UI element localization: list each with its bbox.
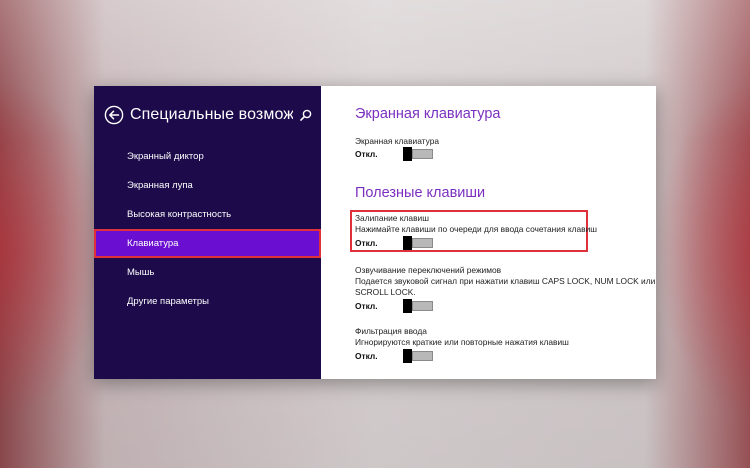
sidebar: Специальные возможн... Экранный диктор Э… [94,86,321,379]
section-title-useful-keys: Полезные клавиши [355,185,486,201]
setting-label-on-screen-keyboard: Экранная клавиатура [355,136,440,146]
setting-description-sticky-keys: Нажимайте клавиши по очереди для ввода с… [355,224,597,234]
toggle-row-on-screen-keyboard: Откл. [355,147,433,161]
sidebar-item-high-contrast[interactable]: Высокая контрастность [94,200,321,229]
setting-label-sticky-keys: Залипание клавиш [355,213,429,223]
sticky-keys-toggle[interactable] [403,236,433,250]
sidebar-item-narrator[interactable]: Экранный диктор [94,142,321,171]
setting-label-toggle-keys: Озвучивание переключений режимов [355,265,502,275]
setting-label-filter-keys: Фильтрация ввода [355,326,427,336]
toggle-row-filter-keys: Откл. [355,349,433,363]
search-icon[interactable] [299,108,313,122]
settings-window: Специальные возможн... Экранный диктор Э… [94,86,656,379]
sidebar-item-mouse[interactable]: Мышь [94,258,321,287]
sidebar-header: Специальные возможн... [104,104,314,126]
toggle-state-label: Откл. [355,351,378,361]
sidebar-item-other-options[interactable]: Другие параметры [94,287,321,316]
toggle-state-label: Откл. [355,238,378,248]
toggle-state-label: Откл. [355,149,378,159]
toggle-row-sticky-keys: Откл. [355,236,433,250]
sidebar-title: Специальные возможн... [130,106,293,123]
toggle-keys-toggle[interactable] [403,299,433,313]
setting-description-filter-keys: Игнорируются краткие или повторные нажат… [355,337,569,347]
sidebar-item-keyboard[interactable]: Клавиатура [94,229,321,258]
toggle-state-label: Откл. [355,301,378,311]
on-screen-keyboard-toggle[interactable] [403,147,433,161]
back-arrow-icon[interactable] [104,105,124,125]
filter-keys-toggle[interactable] [403,349,433,363]
sidebar-item-magnifier[interactable]: Экранная лупа [94,171,321,200]
content-pane: Экранная клавиатура Экранная клавиатура … [321,86,656,379]
sidebar-nav: Экранный диктор Экранная лупа Высокая ко… [94,142,321,316]
section-title-on-screen-keyboard: Экранная клавиатура [355,106,501,122]
toggle-row-toggle-keys: Откл. [355,299,433,313]
setting-description-toggle-keys-line2: SCROLL LOCK. [355,287,416,297]
setting-description-toggle-keys-line1: Подается звуковой сигнал при нажатии кла… [355,276,656,286]
